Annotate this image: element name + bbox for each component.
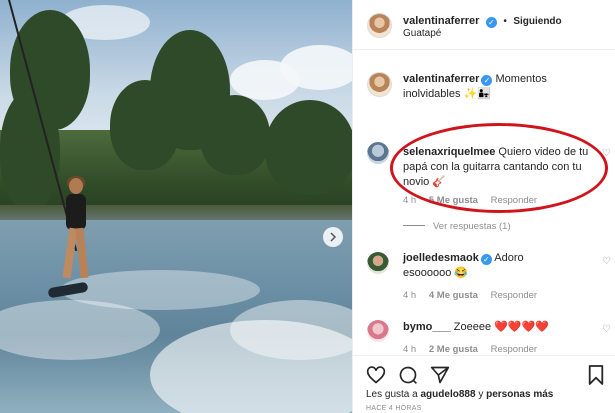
likes-middle: y [478,389,484,400]
comment-likes[interactable]: 4 Me gusta [429,290,478,301]
comment-username[interactable]: joelledesmaok [403,252,479,264]
comment-text: Zoeeee ❤️❤️❤️❤️ [453,321,549,333]
likes-summary: Les gusta a agudelo888 y personas más [366,389,553,400]
view-replies-label: Ver respuestas (1) [433,221,511,232]
cloud [280,45,352,90]
reply-button[interactable]: Responder [491,290,537,301]
follow-status[interactable]: Siguiendo [513,16,561,27]
verified-badge-icon: ✓ [485,17,497,28]
next-media-button[interactable] [323,227,343,247]
header-separator: • [503,16,507,27]
post-location[interactable]: Guatapé [403,28,441,39]
post-panel: valentinaferrer ✓ • Siguiendo Guatapé va… [352,0,615,413]
view-replies-line [403,225,425,226]
comment-like-icon[interactable]: ♡ [602,256,611,267]
caption-username[interactable]: valentinaferrer [403,73,479,85]
likes-others[interactable]: personas más [486,389,553,400]
reply-button[interactable]: Responder [491,195,537,206]
tree [0,90,60,210]
wakeboarder [56,176,96,293]
tree [200,95,270,175]
comment-meta: 4 h 2 Me gusta Responder [403,344,537,355]
comment-like-icon[interactable]: ♡ [602,324,611,335]
likes-prefix: Les gusta a [366,389,418,400]
comment-body: joelledesmaok ✓ Adoro esoooooo 😂 [403,251,553,281]
header-userline: valentinaferrer ✓ • Siguiendo [403,11,562,29]
verified-badge-icon: ✓ [481,75,493,86]
comment-meta: 4 h 4 Me gusta Responder [403,290,537,301]
liker-username[interactable]: agudelo888 [421,389,476,400]
heart-icon[interactable] [366,365,386,385]
comment-like-icon[interactable]: ♡ [602,148,611,159]
chevron-right-icon [330,232,337,242]
verified-badge-icon: ✓ [480,254,492,265]
post-header: valentinaferrer ✓ • Siguiendo Guatapé [353,0,615,50]
bookmark-icon[interactable] [587,364,605,386]
comment-meta: 4 h 5 Me gusta Responder [403,195,537,206]
comment-icon[interactable] [398,365,418,385]
comment-username[interactable]: bymo___ [403,321,451,333]
caption-text-block: valentinaferrer ✓ Momentos inolvidables ✨… [403,72,603,102]
avatar[interactable] [367,72,392,97]
post-date: HACE 4 HORAS [366,405,422,412]
tree [265,100,352,195]
comment-body: selenaxriquelmee Quiero video de tu papá… [403,145,593,190]
author-username[interactable]: valentinaferrer [403,15,479,27]
comment-time[interactable]: 4 h [403,344,416,355]
comment-username[interactable]: selenaxriquelmee [403,146,495,158]
comment-time[interactable]: 4 h [403,195,416,206]
paper-plane-icon[interactable] [430,365,450,385]
comment-body: bymo___ Zoeeee ❤️❤️❤️❤️ [403,320,593,335]
avatar[interactable] [367,252,389,274]
view-replies[interactable]: Ver respuestas (1) [403,221,511,232]
comment-time[interactable]: 4 h [403,290,416,301]
avatar[interactable] [367,142,389,164]
avatar[interactable] [367,13,392,38]
comment-likes[interactable]: 5 Me gusta [429,195,478,206]
comment-likes[interactable]: 2 Me gusta [429,344,478,355]
reply-button[interactable]: Responder [491,344,537,355]
post-media[interactable] [0,0,352,413]
avatar[interactable] [367,320,389,342]
tree [110,80,180,170]
